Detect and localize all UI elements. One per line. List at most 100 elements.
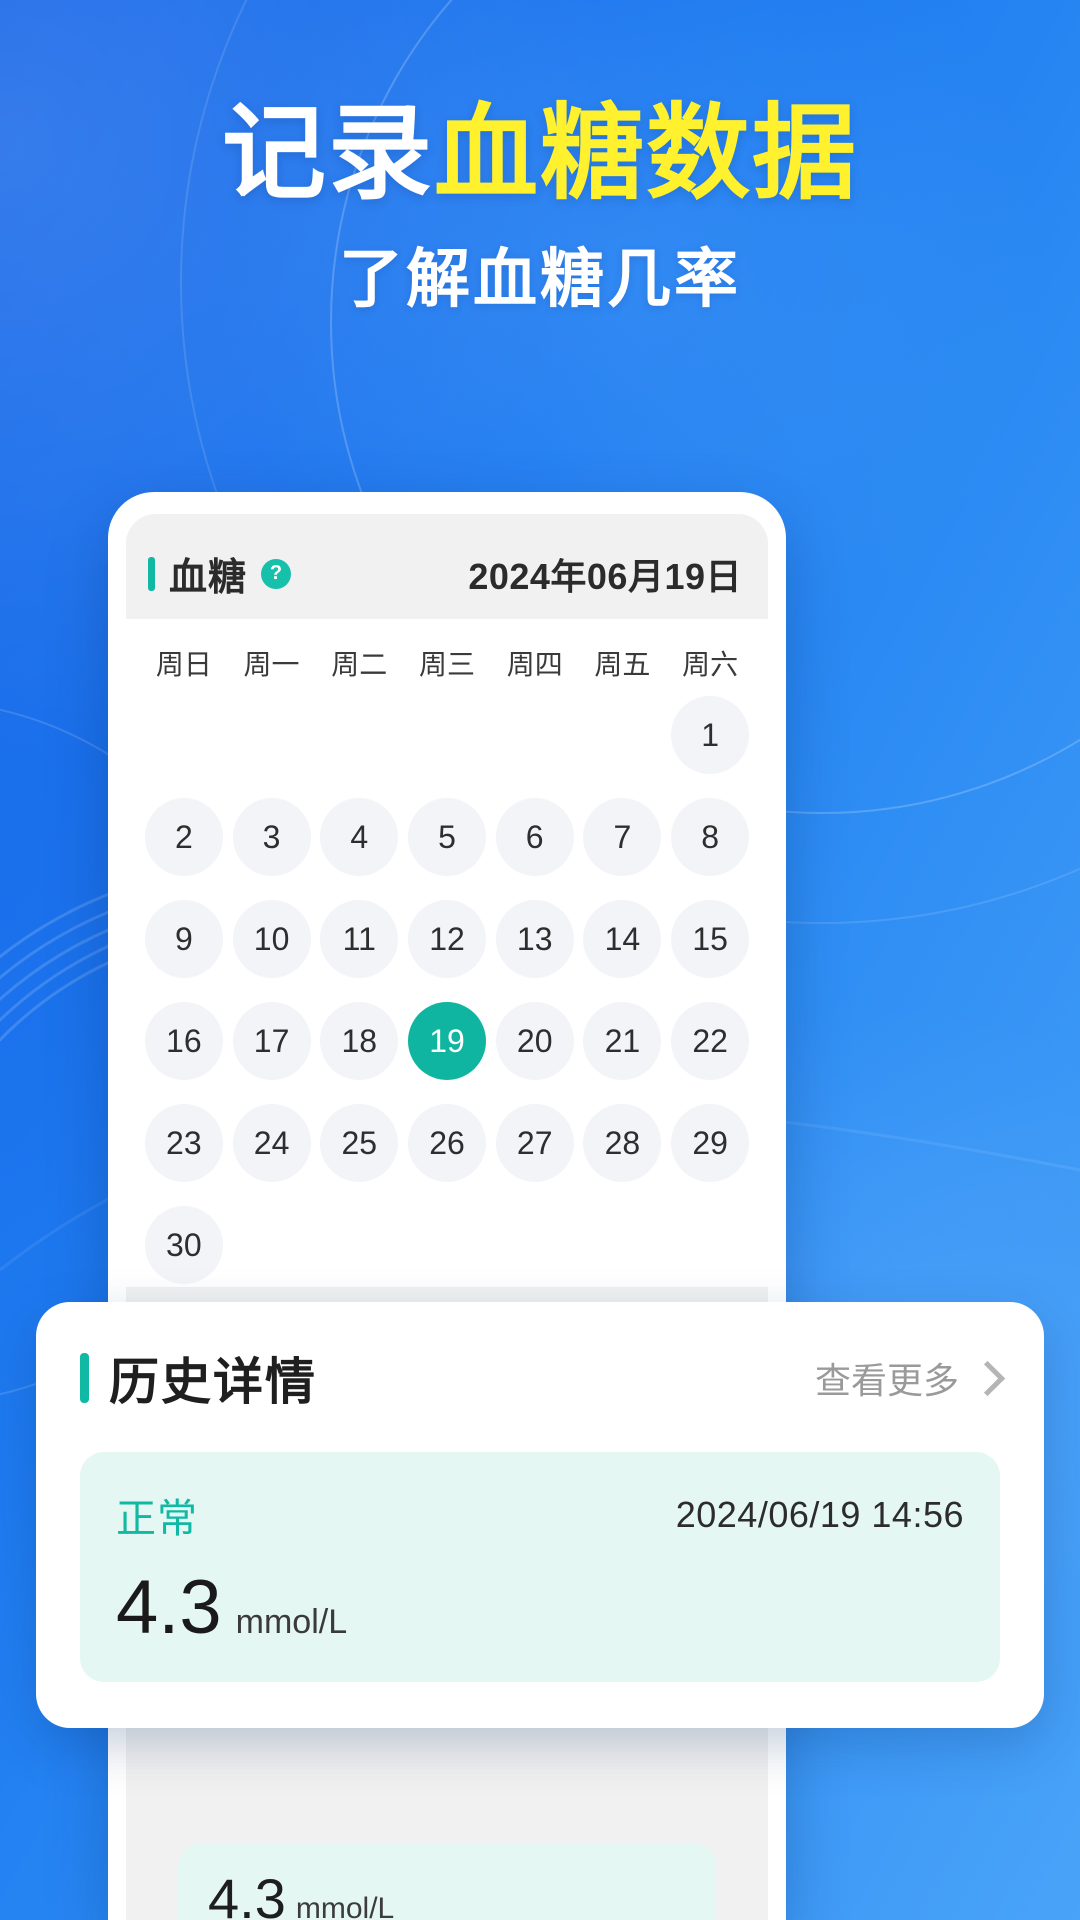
page-title-plain: 记录 [221, 96, 434, 212]
calendar-cell: 22 [666, 999, 754, 1083]
history-detail-card: 历史详情 查看更多 正常 2024/06/19 14:56 4.3 mmol/L [36, 1302, 1044, 1728]
calendar-day-26[interactable]: 26 [407, 1104, 486, 1182]
calendar-cell: 23 [140, 1101, 228, 1185]
calendar-cell: 26 [403, 1101, 491, 1185]
calendar-day-29[interactable]: 29 [671, 1104, 750, 1182]
view-more-link[interactable]: 查看更多 [815, 1352, 1006, 1404]
weekday-tue: 周二 [331, 649, 388, 680]
weekday-mon: 周一 [243, 649, 300, 680]
entry-unit: mmol/L [235, 1603, 348, 1641]
calendar-cell: 12 [403, 897, 491, 981]
calendar-cell: 14 [579, 897, 667, 981]
weekday-fri: 周五 [594, 649, 651, 680]
calendar-cell-empty [491, 693, 579, 777]
calendar-cell: 24 [228, 1101, 316, 1185]
calendar-day-4[interactable]: 4 [320, 798, 399, 876]
calendar-day-17[interactable]: 17 [232, 1002, 311, 1080]
calendar-cell: 20 [491, 999, 579, 1083]
history-card-header: 历史详情 查看更多 [80, 1342, 1006, 1414]
calendar-day-21[interactable]: 21 [583, 1002, 662, 1080]
page-title-highlight: 血糖数据 [434, 96, 859, 212]
calendar-day-25[interactable]: 25 [320, 1104, 399, 1182]
calendar-cell: 3 [228, 795, 316, 879]
calendar-cell: 4 [315, 795, 403, 879]
calendar-cell: 9 [140, 897, 228, 981]
calendar-cell: 16 [140, 999, 228, 1083]
calendar-day-7[interactable]: 7 [583, 798, 662, 876]
calendar-day-8[interactable]: 8 [671, 798, 750, 876]
calendar-cell-empty [315, 693, 403, 777]
calendar-day-13[interactable]: 13 [495, 900, 574, 978]
history-entry-bottom: 4.3 mmol/L [116, 1570, 964, 1646]
weekday-sun: 周日 [155, 649, 212, 680]
screen-header-left: 血糖 ? [148, 546, 292, 601]
page-subtitle: 了解血糖几率 [339, 243, 741, 316]
calendar-day-19[interactable]: 19 [407, 1002, 486, 1080]
calendar-day-empty [496, 696, 574, 774]
calendar-day-5[interactable]: 5 [407, 798, 486, 876]
history-entry-partial[interactable]: 4.3 mmol/L [178, 1844, 716, 1920]
calendar-day-28[interactable]: 28 [583, 1104, 662, 1182]
calendar-day-3[interactable]: 3 [232, 798, 311, 876]
calendar-day-empty [320, 696, 398, 774]
calendar-day-6[interactable]: 6 [495, 798, 574, 876]
calendar-day-24[interactable]: 24 [232, 1104, 311, 1182]
calendar-cell: 15 [666, 897, 754, 981]
calendar-day-18[interactable]: 18 [320, 1002, 399, 1080]
calendar-cell-empty [579, 693, 667, 777]
calendar-day-23[interactable]: 23 [144, 1104, 223, 1182]
calendar-day-16[interactable]: 16 [144, 1002, 223, 1080]
calendar-day-11[interactable]: 11 [320, 900, 399, 978]
calendar-cell: 6 [491, 795, 579, 879]
calendar-day-1[interactable]: 1 [671, 696, 750, 774]
weekday-sat: 周六 [682, 649, 739, 680]
calendar-day-empty [583, 696, 661, 774]
calendar-cell-empty [228, 693, 316, 777]
weekday-wed: 周三 [418, 649, 475, 680]
accent-bar [148, 556, 155, 591]
calendar-day-20[interactable]: 20 [495, 1002, 574, 1080]
calendar-cell: 11 [315, 897, 403, 981]
calendar-day-empty [233, 696, 311, 774]
calendar-day-15[interactable]: 15 [671, 900, 750, 978]
calendar-day-2[interactable]: 2 [144, 798, 223, 876]
calendar-day-empty [145, 696, 223, 774]
calendar-cell: 18 [315, 999, 403, 1083]
chevron-right-icon [969, 1360, 1006, 1396]
history-entry-row[interactable]: 正常 2024/06/19 14:56 4.3 mmol/L [80, 1452, 1000, 1682]
calendar-cell: 19 [403, 999, 491, 1083]
calendar-cell: 30 [140, 1203, 228, 1287]
calendar-day-30[interactable]: 30 [144, 1206, 223, 1284]
history-entry-value: 4.3 [208, 1867, 286, 1920]
hero-section: 记录血糖数据 了解血糖几率 [0, 96, 1080, 320]
question-mark-icon[interactable]: ? [261, 558, 292, 589]
calendar-cell-empty [403, 693, 491, 777]
calendar-day-27[interactable]: 27 [495, 1104, 574, 1182]
history-entry-top: 正常 2024/06/19 14:56 [116, 1486, 964, 1544]
current-date[interactable]: 2024年06月19日 [468, 548, 742, 600]
weekday-thu: 周四 [506, 649, 563, 680]
calendar-day-14[interactable]: 14 [583, 900, 662, 978]
calendar-day-12[interactable]: 12 [407, 900, 486, 978]
calendar-cell: 10 [228, 897, 316, 981]
entry-timestamp: 2024/06/19 14:56 [675, 1494, 964, 1535]
history-card-title: 历史详情 [109, 1354, 317, 1410]
entry-value: 4.3 [116, 1565, 222, 1650]
calendar: 周日 周一 周二 周三 周四 周五 周六 1 2 3 4 5 6 7 8 9 10 11 12 13 14… [126, 619, 768, 1287]
history-entry-unit: mmol/L [295, 1892, 395, 1920]
calendar-cell: 28 [579, 1101, 667, 1185]
calendar-cell: 7 [579, 795, 667, 879]
calendar-day-9[interactable]: 9 [144, 900, 223, 978]
calendar-day-22[interactable]: 22 [671, 1002, 750, 1080]
calendar-cell: 2 [140, 795, 228, 879]
calendar-cell: 1 [666, 693, 754, 777]
page-title: 记录血糖数据 [0, 96, 1080, 212]
calendar-weekday-row: 周日 周一 周二 周三 周四 周五 周六 [140, 627, 754, 693]
calendar-day-10[interactable]: 10 [232, 900, 311, 978]
calendar-cell: 27 [491, 1101, 579, 1185]
calendar-cell: 17 [228, 999, 316, 1083]
calendar-cell: 21 [579, 999, 667, 1083]
history-list-behind: 4.3 mmol/L 4.3 mmol/L [144, 1844, 750, 1920]
screen-header: 血糖 ? 2024年06月19日 [126, 514, 768, 619]
calendar-cell: 29 [666, 1101, 754, 1185]
